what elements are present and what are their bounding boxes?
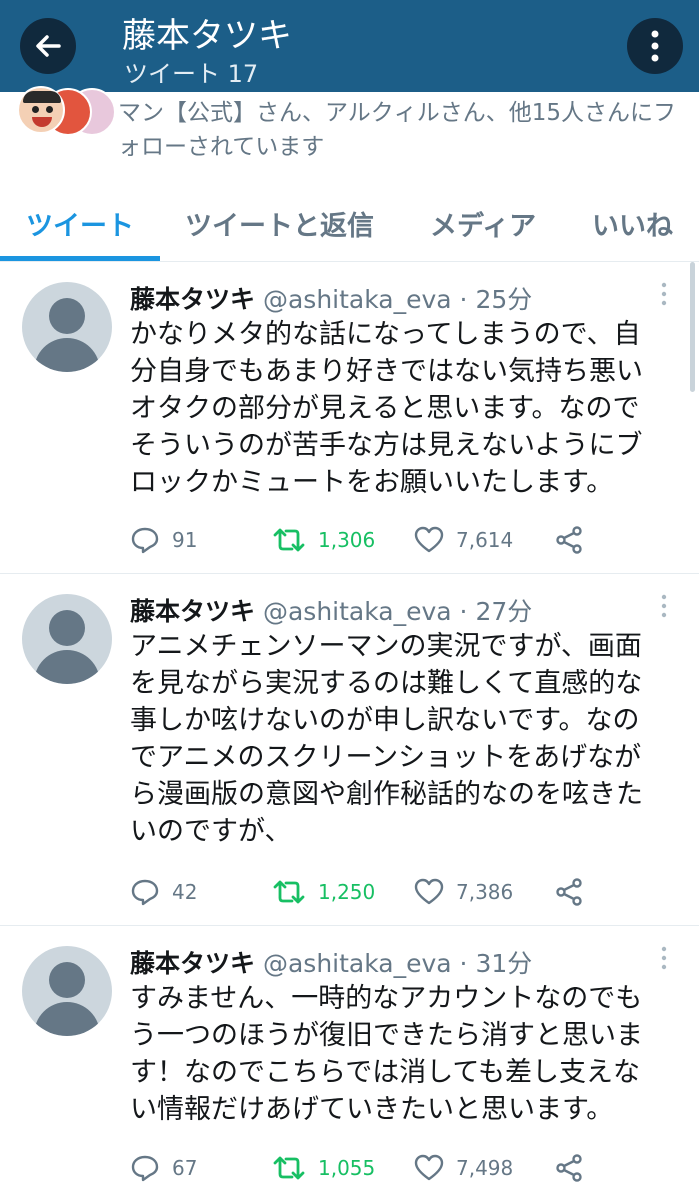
like-button[interactable]: 7,498 xyxy=(414,1150,513,1186)
reply-button[interactable]: 67 xyxy=(130,1150,197,1186)
reply-icon xyxy=(131,1155,159,1182)
followed-by-text: マン【公式】さん、アルクィルさん、他15人さんにフォローされています xyxy=(118,100,677,160)
retweet-icon xyxy=(273,1156,305,1180)
back-button[interactable] xyxy=(20,18,76,74)
author-handle: @ashitaka_eva xyxy=(262,597,452,626)
tweet-time: · 31分 xyxy=(459,949,533,978)
tweet-menu-icon[interactable] xyxy=(657,946,671,970)
author-name[interactable]: 藤本タツキ xyxy=(130,597,255,626)
tab-tweets-and-replies[interactable]: ツイートと返信 xyxy=(185,204,374,243)
reply-icon xyxy=(131,527,159,554)
author-handle: @ashitaka_eva xyxy=(262,949,452,978)
more-vertical-icon xyxy=(651,30,659,62)
tweet-menu-icon[interactable] xyxy=(657,282,671,306)
author-name[interactable]: 藤本タツキ xyxy=(130,285,255,314)
like-button[interactable]: 7,614 xyxy=(414,522,513,558)
tab-likes[interactable]: いいね xyxy=(592,204,673,243)
tweet-text: アニメチェンソーマンの実況ですが、画面 を見ながら実況するのは難しくて直感的な … xyxy=(130,631,643,847)
author-handle: @ashitaka_eva xyxy=(262,285,452,314)
tweet-text: かなりメタ的な話になってしまうので、自 分自身でもあまり好きではない気持ち悪い … xyxy=(130,319,643,498)
active-tab-indicator xyxy=(0,256,160,261)
tweet-actions: 42 1,250 7,386 xyxy=(130,874,690,910)
followed-by-row[interactable]: マン【公式】さん、アルクィルさん、他15人さんにフォローされています xyxy=(0,86,699,180)
avatar[interactable] xyxy=(22,594,112,684)
share-button[interactable] xyxy=(555,1150,595,1186)
retweet-icon xyxy=(273,880,305,904)
like-count: 7,614 xyxy=(456,528,514,552)
tweet-actions: 67 1,055 7,498 xyxy=(130,1150,690,1186)
follower-avatar xyxy=(17,86,65,134)
like-button[interactable]: 7,386 xyxy=(414,874,513,910)
heart-icon xyxy=(414,526,444,553)
tweet-header: 藤本タツキ @ashitaka_eva · 27分 xyxy=(130,592,532,628)
more-options-button[interactable] xyxy=(627,18,683,74)
profile-title: 藤本タツキ xyxy=(122,16,292,56)
tweet-text: すみません、一時的なアカウントなのでも う一つのほうが復旧できたら消すと思いま … xyxy=(130,983,643,1125)
share-icon xyxy=(556,878,582,906)
author-name[interactable]: 藤本タツキ xyxy=(130,949,255,978)
reply-count: 42 xyxy=(172,880,198,904)
tweet[interactable]: 藤本タツキ @ashitaka_eva · 31分 すみません、一時的なアカウン… xyxy=(0,926,699,1200)
heart-icon xyxy=(414,1154,444,1181)
tweet[interactable]: 藤本タツキ @ashitaka_eva · 27分 アニメチェンソーマンの実況で… xyxy=(0,574,699,926)
tweet-actions: 91 1,306 7,614 xyxy=(130,522,690,558)
tweet-header: 藤本タツキ @ashitaka_eva · 31分 xyxy=(130,944,532,980)
retweet-button[interactable]: 1,055 xyxy=(272,1150,375,1186)
retweet-button[interactable]: 1,306 xyxy=(272,522,375,558)
heart-icon xyxy=(414,878,444,905)
avatar[interactable] xyxy=(22,946,112,1036)
tweet-count: ツイート 17 xyxy=(124,60,259,88)
tweet-time: · 27分 xyxy=(459,597,533,626)
tweet-header: 藤本タツキ @ashitaka_eva · 25分 xyxy=(130,280,532,316)
tweet-menu-icon[interactable] xyxy=(657,594,671,618)
share-button[interactable] xyxy=(555,874,595,910)
retweet-count: 1,250 xyxy=(318,880,376,904)
reply-icon xyxy=(131,879,159,906)
share-button[interactable] xyxy=(555,522,595,558)
tweet[interactable]: 藤本タツキ @ashitaka_eva · 25分 かなりメタ的な話になってしま… xyxy=(0,262,699,574)
reply-button[interactable]: 42 xyxy=(130,874,197,910)
reply-count: 91 xyxy=(172,528,198,552)
retweet-count: 1,306 xyxy=(318,528,376,552)
avatar[interactable] xyxy=(22,282,112,372)
arrow-left-icon xyxy=(36,35,61,57)
like-count: 7,498 xyxy=(456,1156,514,1180)
like-count: 7,386 xyxy=(456,880,514,904)
tab-media[interactable]: メディア xyxy=(430,204,536,243)
share-icon xyxy=(556,1154,582,1182)
retweet-button[interactable]: 1,250 xyxy=(272,874,375,910)
profile-tabs: ツイート ツイートと返信 メディア いいね xyxy=(0,190,699,262)
share-icon xyxy=(556,526,582,554)
retweet-count: 1,055 xyxy=(318,1156,376,1180)
top-app-bar: 藤本タツキ ツイート 17 xyxy=(0,0,699,92)
tab-tweets[interactable]: ツイート xyxy=(26,204,134,243)
reply-button[interactable]: 91 xyxy=(130,522,197,558)
reply-count: 67 xyxy=(172,1156,198,1180)
tweet-time: · 25分 xyxy=(459,285,533,314)
retweet-icon xyxy=(273,528,305,552)
